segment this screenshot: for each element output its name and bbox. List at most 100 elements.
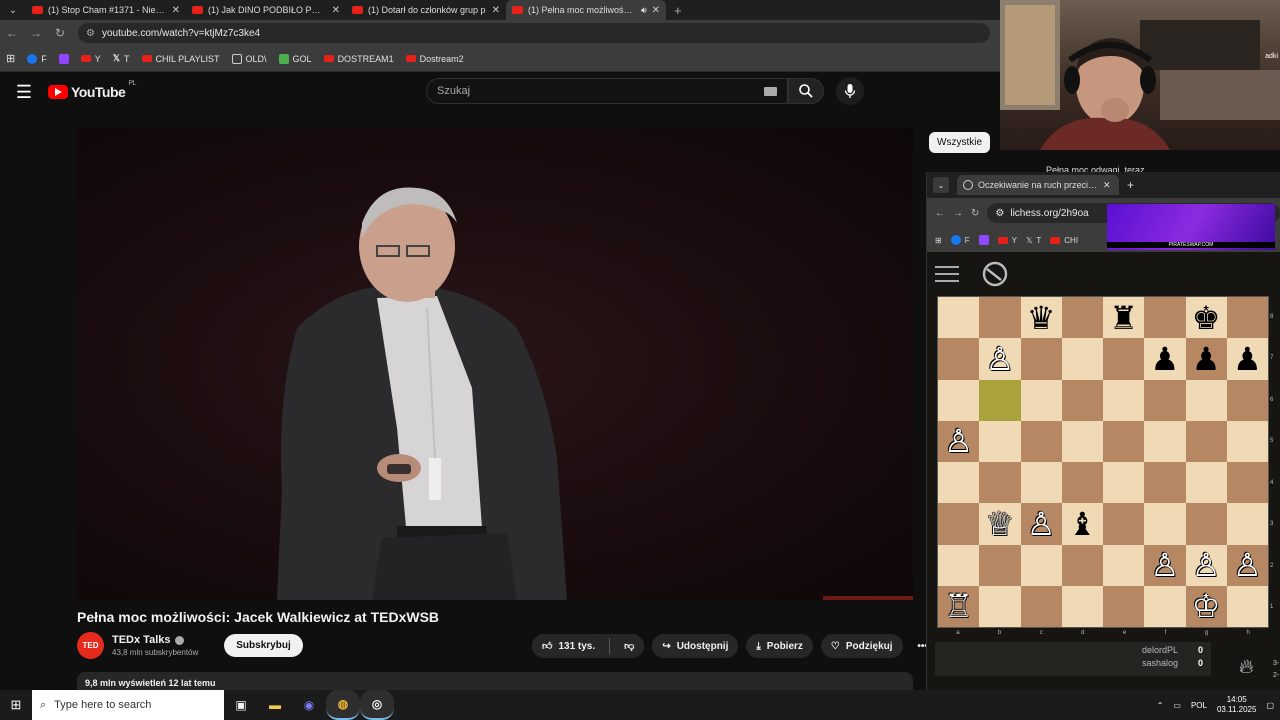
square-e3[interactable] <box>1103 503 1145 545</box>
square-f5[interactable] <box>1144 420 1186 462</box>
search-button[interactable] <box>788 78 824 104</box>
lichess-logo-icon[interactable] <box>981 260 1009 288</box>
square-c2[interactable] <box>1020 544 1062 586</box>
square-h1[interactable] <box>1226 585 1268 627</box>
windows-start-icon[interactable]: ⊞ <box>0 697 32 713</box>
chrome-icon[interactable]: ◍ <box>326 690 360 720</box>
square-b5[interactable] <box>979 420 1021 462</box>
like-button[interactable]: 👍︎ 131 tys. <box>532 634 604 658</box>
bookmark-y[interactable]: Y <box>997 236 1017 245</box>
browser-tab-3[interactable]: (1) Dotarł do członków grup p ✕ <box>346 0 506 20</box>
chess-piece[interactable]: ♖ <box>944 590 973 622</box>
youtube-logo[interactable]: YouTube PL <box>48 80 136 100</box>
network-icon[interactable]: ▭ <box>1173 701 1181 710</box>
square-h4[interactable] <box>1226 462 1268 504</box>
clock[interactable]: 14:05 03.11.2025 <box>1217 695 1256 715</box>
square-h7[interactable]: ♟ <box>1226 338 1268 380</box>
voice-search-button[interactable] <box>836 77 864 105</box>
square-g3[interactable] <box>1185 503 1227 545</box>
bookmark-dostream1[interactable]: DOSTREAM1 <box>323 54 394 64</box>
player-name[interactable]: delordPL <box>1142 645 1178 655</box>
square-c8[interactable]: ♛ <box>1020 297 1062 339</box>
chess-piece[interactable]: ♙ <box>1027 508 1056 540</box>
square-f7[interactable]: ♟ <box>1144 338 1186 380</box>
chess-piece[interactable]: ♙ <box>1151 549 1180 581</box>
player-name[interactable]: sashalog <box>1142 658 1178 668</box>
channel-name-row[interactable]: TEDx Talks <box>112 634 198 646</box>
square-h6[interactable] <box>1226 379 1268 421</box>
square-e5[interactable] <box>1103 420 1145 462</box>
apps-grid-icon[interactable]: ⊞ <box>935 236 942 245</box>
square-g2[interactable]: ♙ <box>1185 544 1227 586</box>
square-b3[interactable]: ♕ <box>979 503 1021 545</box>
square-d5[interactable] <box>1061 420 1103 462</box>
square-h3[interactable] <box>1226 503 1268 545</box>
square-b4[interactable] <box>979 462 1021 504</box>
dislike-button[interactable]: 👎︎ <box>616 634 645 658</box>
notification-icon[interactable]: ▢ <box>1266 701 1274 710</box>
browser-tab-active[interactable]: (1) Pełna moc możliwości: J 🔊︎ ✕ <box>506 0 666 20</box>
bookmark-f[interactable]: F <box>27 53 47 64</box>
square-g4[interactable] <box>1185 462 1227 504</box>
tab-list-chevron-icon[interactable]: ⌄ <box>933 177 949 193</box>
close-tab-icon[interactable]: ✕ <box>652 5 660 16</box>
back-arrow-icon[interactable]: ← <box>0 26 24 40</box>
chess-piece[interactable]: ♙ <box>1192 549 1221 581</box>
bookmark-t[interactable]: 𝕏T <box>1026 236 1041 245</box>
square-d1[interactable] <box>1061 585 1103 627</box>
chess-piece[interactable]: ♟ <box>1233 343 1262 375</box>
close-tab-icon[interactable]: ✕ <box>172 5 180 16</box>
bookmark-folder-old[interactable]: OLD\ <box>231 53 267 64</box>
close-tab-icon[interactable]: ✕ <box>492 5 500 16</box>
chess-piece[interactable]: ♙ <box>944 425 973 457</box>
square-a1[interactable]: ♖ <box>938 585 980 627</box>
task-view-icon[interactable]: ▣ <box>224 690 258 720</box>
download-button[interactable]: ⤓ Pobierz <box>746 634 813 658</box>
square-f2[interactable]: ♙ <box>1144 544 1186 586</box>
url-field[interactable]: ⚙︎ youtube.com/watch?v=ktjMz7c3ke4 <box>78 23 990 43</box>
square-d2[interactable] <box>1061 544 1103 586</box>
chess-piece[interactable]: ♜ <box>1109 302 1138 334</box>
channel-avatar[interactable]: TED <box>77 632 104 659</box>
square-h5[interactable] <box>1226 420 1268 462</box>
forward-arrow-icon[interactable]: → <box>24 26 48 40</box>
bookmark-f[interactable]: F <box>950 235 970 245</box>
square-g8[interactable]: ♚ <box>1185 297 1227 339</box>
bookmark-chil[interactable]: CHI <box>1050 236 1078 245</box>
bookmark-twitch[interactable] <box>58 53 69 64</box>
square-f3[interactable] <box>1144 503 1186 545</box>
square-a5[interactable]: ♙ <box>938 420 980 462</box>
chess-piece[interactable]: ♕ <box>986 508 1015 540</box>
square-b1[interactable] <box>979 585 1021 627</box>
bookmark-gol[interactable]: GOL <box>278 53 312 64</box>
bookmark-twitch[interactable] <box>978 235 989 245</box>
browser-tab-1[interactable]: (1) Stop Cham #1371 - Niebezp ✕ <box>26 0 186 20</box>
chess-piece[interactable]: ♔ <box>1192 590 1221 622</box>
next-video-title-partial[interactable]: Pełna moc odwagi, teraz <box>1046 165 1145 172</box>
bookmark-y[interactable]: Y <box>80 54 101 64</box>
square-a7[interactable] <box>938 338 980 380</box>
square-f1[interactable] <box>1144 585 1186 627</box>
square-a4[interactable] <box>938 462 980 504</box>
square-d7[interactable] <box>1061 338 1103 380</box>
square-b7[interactable]: ♙ <box>979 338 1021 380</box>
promo-banner[interactable]: PIRATESWAP.COM <box>1107 204 1275 250</box>
square-c7[interactable] <box>1020 338 1062 380</box>
channel-name[interactable]: TEDx Talks <box>112 634 171 646</box>
bookmark-chil-playlist[interactable]: CHIL PLAYLIST <box>141 54 220 64</box>
square-f6[interactable] <box>1144 379 1186 421</box>
language-indicator[interactable]: POL <box>1191 701 1207 710</box>
square-e1[interactable] <box>1103 585 1145 627</box>
bookmark-t[interactable]: 𝕏T <box>113 53 130 64</box>
square-e4[interactable] <box>1103 462 1145 504</box>
speaker-icon[interactable]: 🔊︎ <box>641 5 647 16</box>
square-a6[interactable] <box>938 379 980 421</box>
square-g7[interactable]: ♟ <box>1185 338 1227 380</box>
taskbar-search-input[interactable]: ⌕ Type here to search <box>32 690 224 720</box>
chess-piece[interactable]: ♟ <box>1192 343 1221 375</box>
discord-icon[interactable]: ◉ <box>292 690 326 720</box>
square-g5[interactable] <box>1185 420 1227 462</box>
chess-piece[interactable]: ♚ <box>1192 302 1221 334</box>
close-tab-icon[interactable]: ✕ <box>332 5 340 16</box>
square-c3[interactable]: ♙ <box>1020 503 1062 545</box>
